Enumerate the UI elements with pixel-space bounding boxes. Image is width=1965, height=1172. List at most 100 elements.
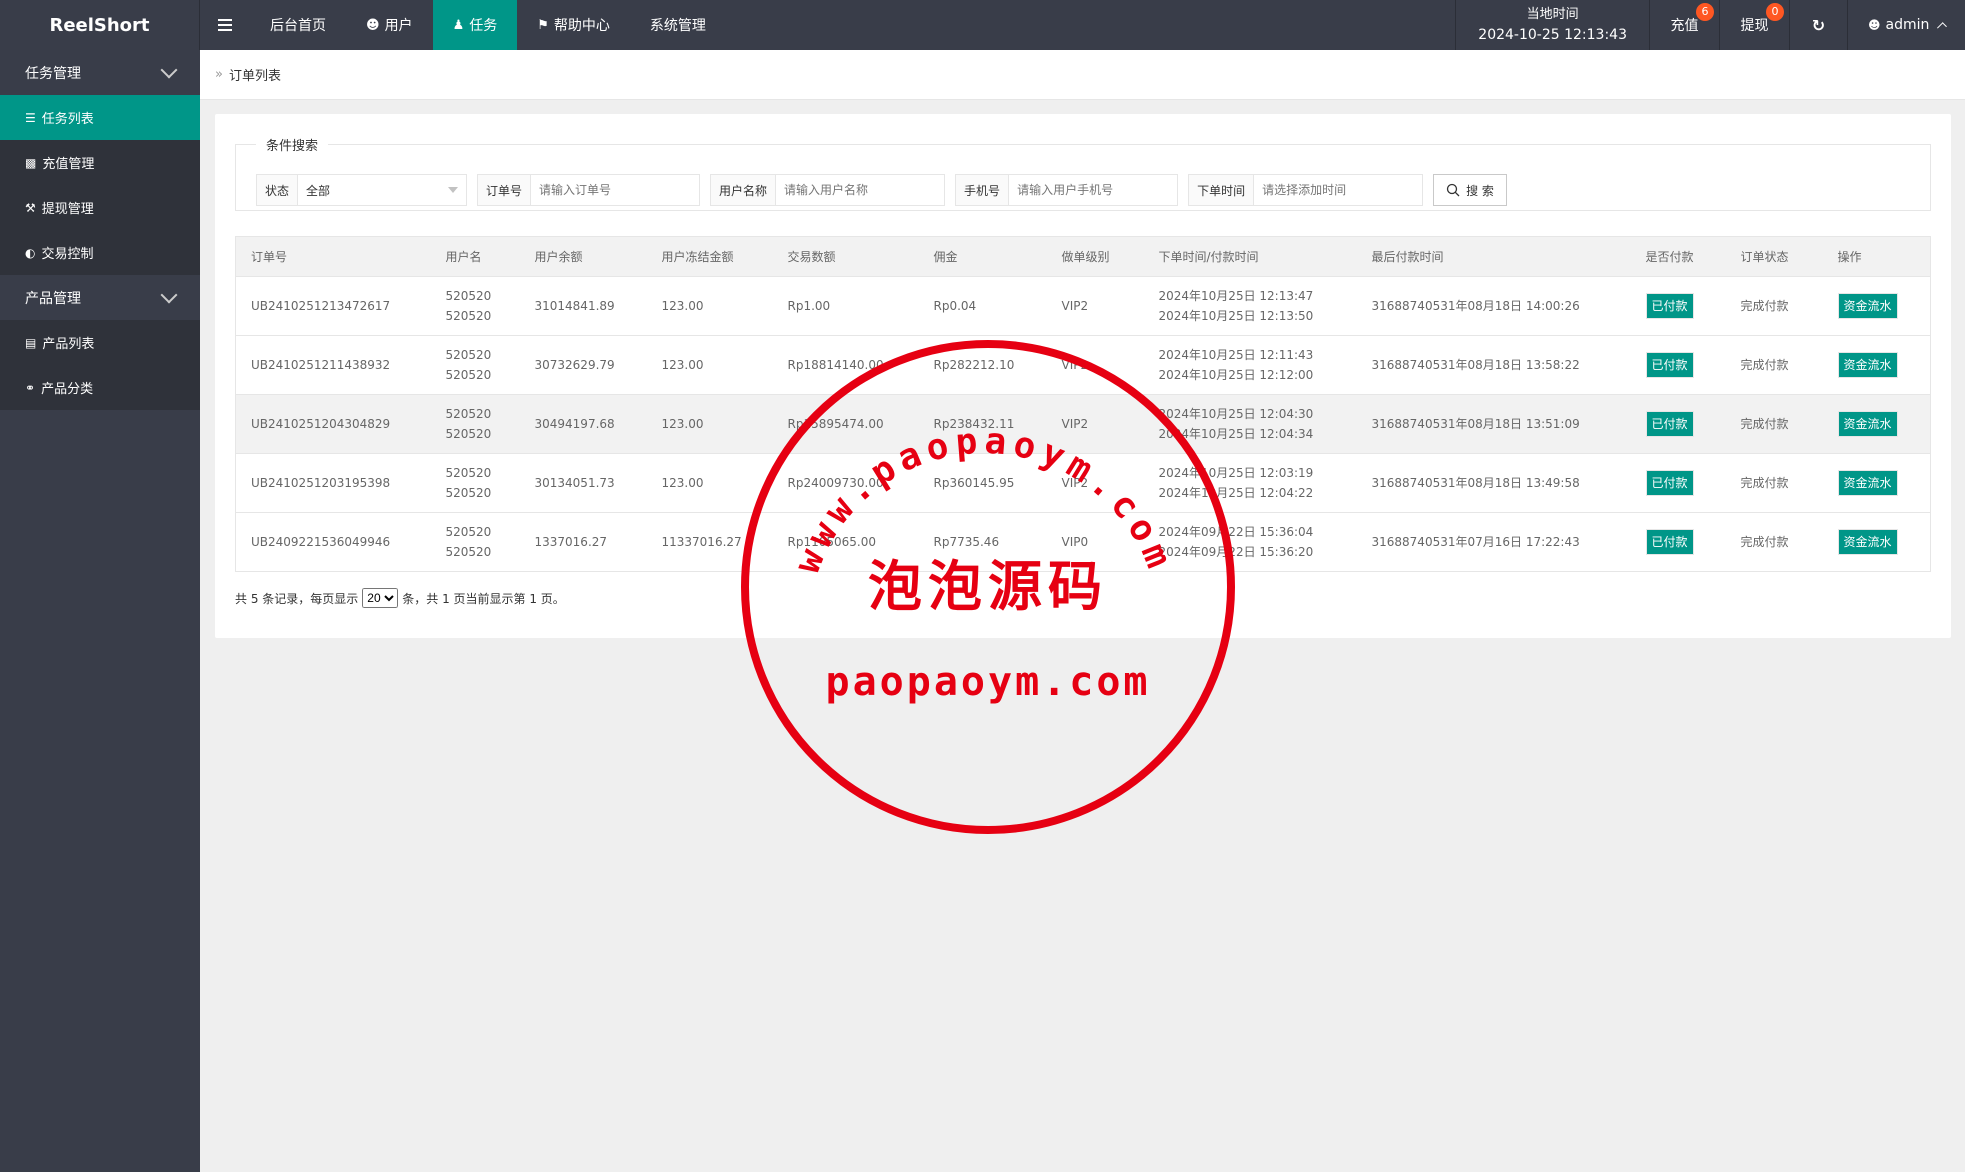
cell-order: UB2410251204304829 — [235, 394, 431, 454]
cell-paid: 已付款 — [1630, 394, 1726, 454]
cell-user-2: 520520 — [445, 368, 492, 382]
search-button[interactable]: 搜 索 — [1433, 174, 1507, 206]
status-select[interactable]: 全部 — [298, 175, 467, 205]
cell-pay-time: 2024年10月25日 12:04:22 — [1158, 486, 1314, 500]
cell-commission: Rp238432.11 — [918, 394, 1047, 454]
nav-help[interactable]: ⚑ 帮助中心 — [517, 0, 630, 50]
cell-frozen: 11337016.27 — [646, 512, 773, 572]
nav-user[interactable]: ☻ 用户 — [346, 0, 433, 50]
sidebar-item-label: 充值管理 — [42, 157, 95, 172]
cell-paid: 已付款 — [1630, 335, 1726, 395]
fund-flow-button[interactable]: 资金流水 — [1837, 352, 1898, 378]
cell-level: VIP0 — [1046, 512, 1144, 572]
page-size-select[interactable]: 20 — [362, 588, 399, 608]
cell-last-pay: 31688740531年08月18日 14:00:26 — [1356, 276, 1631, 336]
user-icon: ☻ — [366, 17, 380, 33]
cell-commission: Rp282212.10 — [918, 335, 1047, 395]
cell-state: 完成付款 — [1725, 453, 1823, 513]
paid-badge: 已付款 — [1645, 470, 1694, 496]
cell-time: 2024年10月25日 12:03:19 2024年10月25日 12:04:22 — [1143, 453, 1357, 513]
cell-frozen: 123.00 — [646, 335, 773, 395]
nav-system-label: 系统管理 — [649, 18, 706, 34]
filter-row: 状态 全部 订单号 用户名称 手机号 下单时间 搜 索 — [256, 174, 1507, 206]
table-row: UB2410251203195398 520520 520520 30134051… — [235, 453, 1931, 513]
pager-prefix: 共 5 条记录，每页显示 — [235, 591, 359, 606]
cell-user-2: 520520 — [445, 545, 492, 559]
cell-time: 2024年09月22日 15:36:04 2024年09月22日 15:36:20 — [1143, 512, 1357, 572]
col-time: 下单时间/付款时间 — [1143, 236, 1357, 277]
nav-task[interactable]: ♟ 任务 — [432, 0, 518, 50]
search-legend: 条件搜索 — [266, 139, 319, 154]
nav-system[interactable]: 系统管理 — [630, 0, 726, 50]
table-header-row: 订单号 用户名 用户余额 用户冻结金额 交易数额 佣金 做单级别 下单时间/付款… — [235, 236, 1931, 277]
order-input[interactable] — [531, 175, 700, 205]
app-logo[interactable]: ReelShort — [0, 0, 200, 50]
breadcrumb-current[interactable]: 订单列表 — [229, 65, 281, 84]
col-balance: 用户余额 — [519, 236, 647, 277]
withdraw-label: 提现 — [1740, 18, 1769, 34]
chevron-down-icon — [160, 61, 178, 78]
menu-toggle[interactable] — [200, 0, 250, 50]
cell-time: 2024年10月25日 12:13:47 2024年10月25日 12:13:50 — [1143, 276, 1357, 336]
table-row: UB2410251204304829 520520 520520 30494197… — [235, 394, 1931, 454]
sidebar-item-trade[interactable]: ◐ 交易控制 — [0, 230, 200, 275]
search-fieldset: 条件搜索 状态 全部 订单号 用户名称 手机号 下单时间 — [235, 135, 1931, 211]
order-filter: 订单号 — [477, 174, 701, 206]
withdraw-button[interactable]: 提现 0 — [1719, 0, 1789, 50]
col-user: 用户名 — [430, 236, 520, 277]
refresh-icon: ↻ — [1811, 15, 1826, 35]
recharge-button[interactable]: 充值 6 — [1649, 0, 1719, 50]
refresh-button[interactable]: ↻ — [1789, 0, 1847, 50]
fund-flow-button[interactable]: 资金流水 — [1837, 411, 1898, 437]
fund-flow-button[interactable]: 资金流水 — [1837, 293, 1898, 319]
flag-icon: ⚑ — [537, 17, 549, 33]
username-label: 用户名称 — [711, 175, 777, 205]
cell-user: 520520 520520 — [430, 453, 520, 513]
sidebar-item-product-category[interactable]: ⚭ 产品分类 — [0, 365, 200, 410]
cell-amount: Rp1105065.00 — [772, 512, 919, 572]
cell-commission: Rp7735.46 — [918, 512, 1047, 572]
phone-input[interactable] — [1009, 175, 1178, 205]
breadcrumb-chevron-icon: » — [215, 67, 223, 82]
cell-last-pay: 31688740531年07月16日 17:22:43 — [1356, 512, 1631, 572]
phone-label: 手机号 — [956, 175, 1010, 205]
cell-user: 520520 520520 — [430, 335, 520, 395]
link-icon: ⚭ — [25, 380, 36, 395]
cell-pay-time: 2024年10月25日 12:12:00 — [1158, 368, 1314, 382]
paid-badge: 已付款 — [1645, 352, 1694, 378]
cell-state: 完成付款 — [1725, 512, 1823, 572]
time-input[interactable] — [1254, 175, 1423, 205]
cell-commission: Rp360145.95 — [918, 453, 1047, 513]
cell-balance: 30732629.79 — [519, 335, 647, 395]
cell-pay-time: 2024年10月25日 12:04:34 — [1158, 427, 1314, 441]
nav-home[interactable]: 后台首页 — [250, 0, 346, 50]
status-filter: 状态 全部 — [256, 174, 468, 206]
sidebar-item-product-list[interactable]: ▤ 产品列表 — [0, 320, 200, 365]
cell-user-2: 520520 — [445, 486, 492, 500]
fund-flow-button[interactable]: 资金流水 — [1837, 529, 1898, 555]
cell-amount: Rp24009730.00 — [772, 453, 919, 513]
sidebar-item-task-list[interactable]: ☰ 任务列表 — [0, 95, 200, 140]
time-value: 2024-10-25 12:13:43 — [1478, 27, 1627, 43]
username-input[interactable] — [776, 175, 945, 205]
col-frozen: 用户冻结金额 — [646, 236, 773, 277]
paid-badge: 已付款 — [1645, 411, 1694, 437]
sidebar-group-task[interactable]: 任务管理 — [0, 50, 200, 95]
nav-help-label: 帮助中心 — [553, 18, 610, 34]
sidebar-item-label: 交易控制 — [41, 247, 94, 262]
sidebar-item-recharge[interactable]: ▩ 充值管理 — [0, 140, 200, 185]
sidebar-item-withdraw[interactable]: ⚒ 提现管理 — [0, 185, 200, 230]
cell-user: 520520 520520 — [430, 276, 520, 336]
cell-balance: 30494197.68 — [519, 394, 647, 454]
admin-menu[interactable]: ☻ admin — [1847, 0, 1965, 50]
status-value: 全部 — [306, 183, 331, 198]
col-level: 做单级别 — [1046, 236, 1144, 277]
cell-frozen: 123.00 — [646, 276, 773, 336]
cell-frozen: 123.00 — [646, 394, 773, 454]
watermark-url: paopaoym.com — [826, 659, 1151, 705]
fund-flow-button[interactable]: 资金流水 — [1837, 470, 1898, 496]
nav-user-label: 用户 — [384, 18, 413, 34]
order-table: 订单号 用户名 用户余额 用户冻结金额 交易数额 佣金 做单级别 下单时间/付款… — [235, 236, 1931, 572]
recharge-label: 充值 — [1670, 18, 1699, 34]
sidebar-group-product[interactable]: 产品管理 — [0, 275, 200, 320]
